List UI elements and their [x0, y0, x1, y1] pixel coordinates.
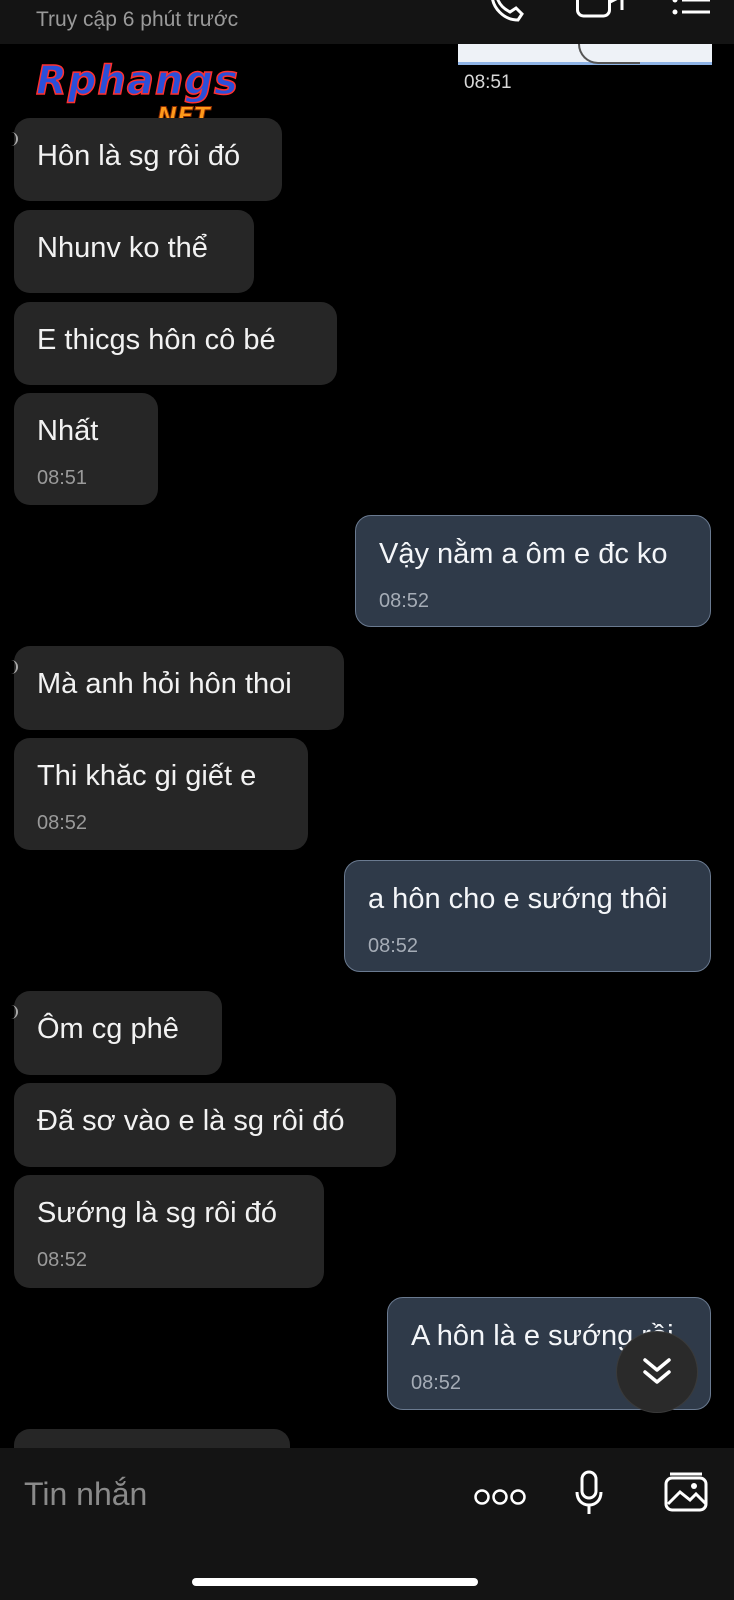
incoming-message[interactable]: Ôm cg phê [14, 991, 222, 1075]
phone-icon[interactable] [486, 0, 526, 22]
video-call-icon[interactable] [576, 0, 624, 20]
message-text: Vậy nằm a ôm e đc ko [379, 538, 668, 570]
more-options-icon[interactable] [474, 1488, 526, 1511]
last-seen-status: Truy cập 6 phút trước [36, 8, 239, 31]
message-text: E thicgs hôn cô bé [37, 324, 276, 356]
chat-header: Truy cập 6 phút trước [0, 0, 734, 44]
incoming-message[interactable]: Thi khăc gi giết e 08:52 [14, 738, 308, 850]
message-text: a hôn cho e sướng thôi [368, 883, 668, 915]
message-text: Hôn là sg rôi đó [37, 140, 241, 172]
incoming-message [14, 1429, 290, 1449]
microphone-icon[interactable] [574, 1470, 604, 1521]
double-chevron-down-icon [643, 1358, 671, 1384]
menu-icon[interactable] [672, 0, 712, 20]
message-composer: Tin nhắn [0, 1448, 734, 1600]
message-time: 08:51 [464, 72, 512, 93]
incoming-message[interactable]: Sướng là sg rôi đó 08:52 [14, 1175, 324, 1288]
watermark-logo: Rphangs .NET [35, 57, 239, 130]
image-message-thumbnail[interactable] [458, 44, 712, 65]
outgoing-message[interactable]: a hôn cho e sướng thôi 08:52 [344, 860, 711, 972]
message-time: 08:51 [37, 467, 88, 489]
incoming-message[interactable]: Đã sơ vào e là sg rôi đó [14, 1083, 396, 1167]
incoming-message[interactable]: Nhất 08:51 [14, 393, 158, 505]
message-text: Nhất [37, 415, 99, 447]
message-time: 08:52 [368, 935, 419, 957]
message-time: 08:52 [379, 590, 430, 612]
message-text: Sướng là sg rôi đó [37, 1197, 277, 1229]
message-time: 08:52 [37, 1249, 88, 1271]
incoming-message[interactable]: Hôn là sg rôi đó [14, 118, 282, 201]
image-icon[interactable] [664, 1472, 708, 1517]
message-input[interactable]: Tin nhắn [24, 1476, 147, 1513]
incoming-message[interactable]: Mà anh hỏi hôn thoi [14, 646, 344, 730]
message-text: Ôm cg phê [37, 1013, 179, 1045]
scroll-to-bottom-button[interactable] [617, 1332, 697, 1412]
incoming-message[interactable]: Nhunv ko thể [14, 210, 254, 293]
home-indicator [192, 1578, 478, 1586]
message-text: Thi khăc gi giết e [37, 760, 257, 792]
message-time: 08:52 [37, 812, 88, 834]
message-time: 08:52 [411, 1372, 462, 1394]
outgoing-message[interactable]: Vậy nằm a ôm e đc ko 08:52 [355, 515, 711, 627]
message-text: Nhunv ko thể [37, 232, 208, 264]
message-text: Đã sơ vào e là sg rôi đó [37, 1105, 345, 1137]
message-text: Mà anh hỏi hôn thoi [37, 668, 292, 700]
incoming-message[interactable]: E thicgs hôn cô bé [14, 302, 337, 385]
